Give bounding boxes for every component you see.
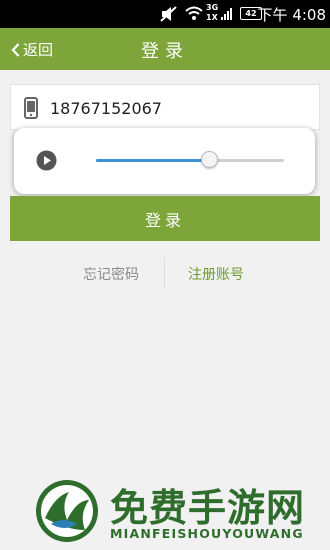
status-bar: 3G 1X 42 下午 4:08 — [0, 0, 330, 28]
register-link[interactable]: 注册账号 — [188, 264, 244, 284]
seek-slider-thumb[interactable] — [200, 151, 218, 168]
signal-icon — [221, 8, 232, 20]
mute-icon — [160, 6, 177, 22]
play-icon[interactable] — [36, 150, 57, 171]
watermark-subtitle: MIANFEISHOUYOUWANG — [110, 526, 304, 541]
battery-level: 42 — [245, 9, 257, 18]
phone-value: 18767152067 — [50, 99, 162, 118]
watermark-title: 免费手游网 — [110, 486, 306, 530]
link-divider — [164, 258, 165, 288]
forgot-password-link[interactable]: 忘记密码 — [83, 264, 139, 284]
phone-icon — [24, 97, 38, 119]
title-bar: 返回 登录 — [0, 28, 330, 70]
page-title: 登录 — [141, 41, 189, 62]
account-links: 忘记密码 注册账号 — [0, 258, 330, 288]
phone-field[interactable]: 18767152067 — [10, 84, 320, 130]
audio-popup — [14, 128, 315, 194]
clock: 下午 4:08 — [257, 6, 326, 24]
watermark-logo-icon — [36, 480, 98, 542]
seek-slider-fill — [96, 159, 209, 162]
wifi-icon — [185, 6, 203, 20]
seek-slider[interactable] — [96, 151, 284, 168]
login-button[interactable]: 登录 — [10, 196, 320, 241]
